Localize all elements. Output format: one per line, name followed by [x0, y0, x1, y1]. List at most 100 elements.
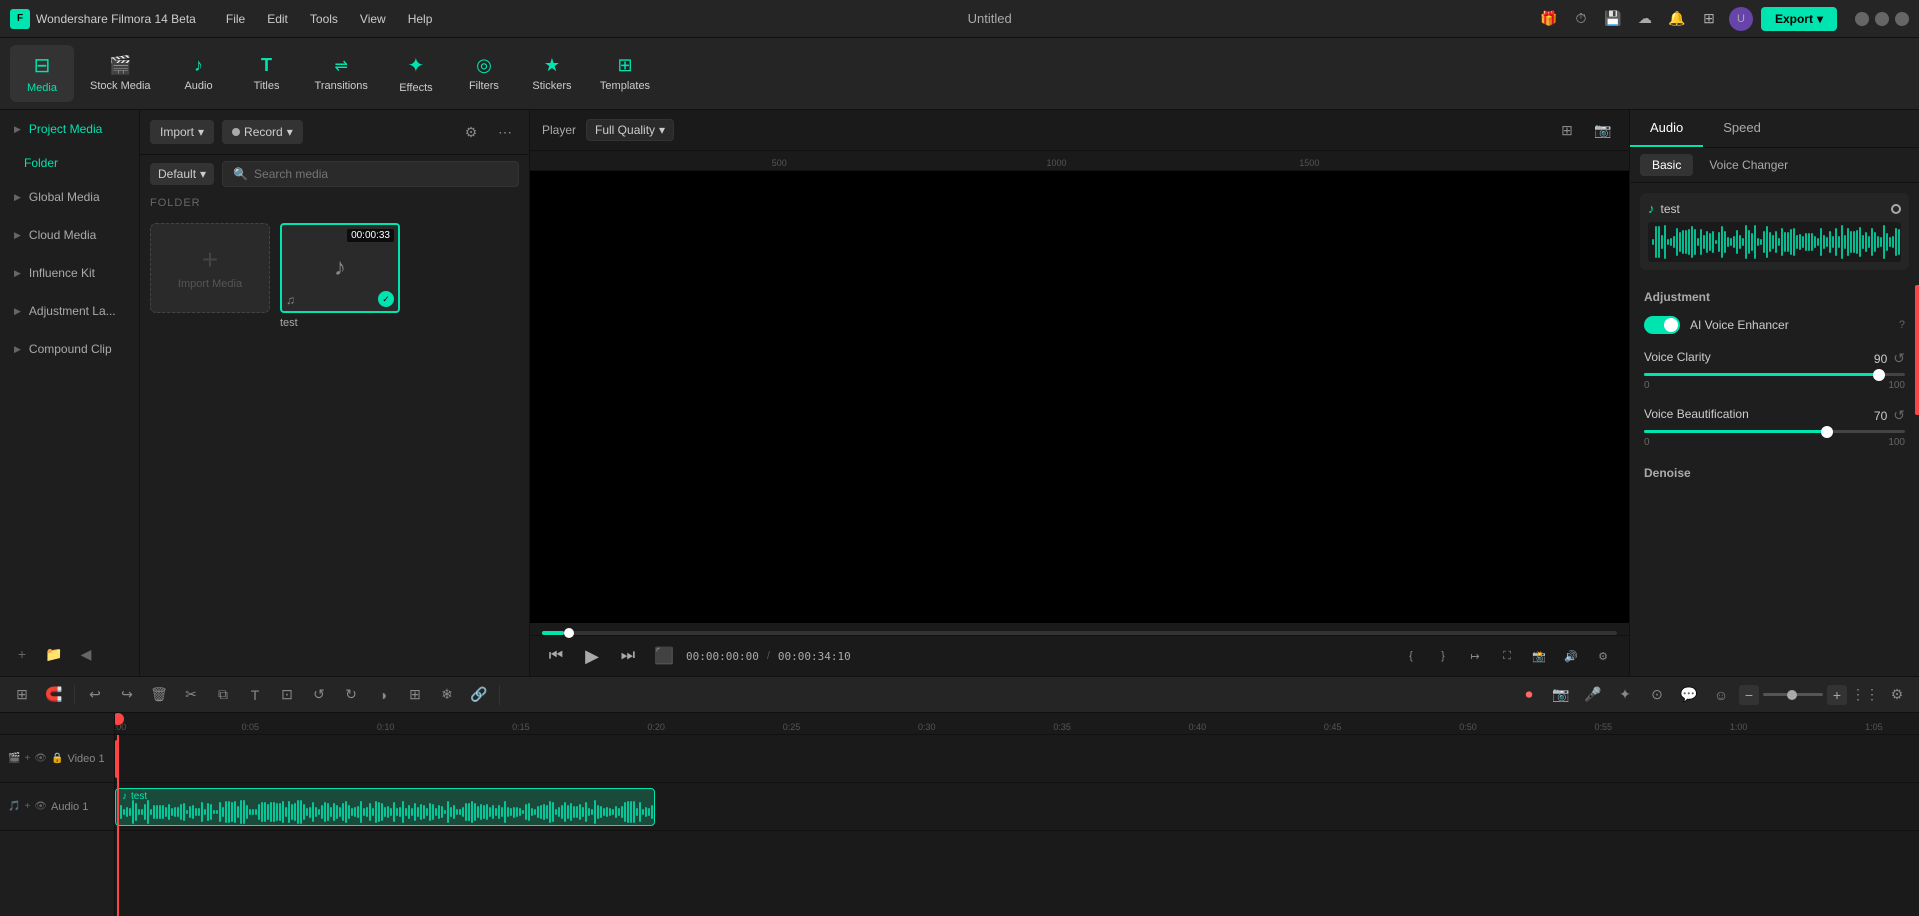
emoticon-btn[interactable]: ☺ [1707, 681, 1735, 709]
ai-btn[interactable]: ✦ [1611, 681, 1639, 709]
link-btn[interactable]: 🔗 [465, 681, 493, 709]
view-mode-select[interactable]: Default ▾ [150, 163, 214, 185]
add-collection-button[interactable]: + [8, 640, 36, 668]
subtitle-btn[interactable]: 💬 [1675, 681, 1703, 709]
redo-button[interactable]: ↪ [113, 681, 141, 709]
grid-icon[interactable]: ⊞ [1697, 7, 1721, 31]
ai-voice-help-icon[interactable]: ? [1899, 319, 1905, 331]
toolbar-item-transitions[interactable]: ⇌ Transitions [303, 48, 380, 100]
folder-add-button[interactable]: 📁 [40, 640, 68, 668]
timeline-magnet-btn[interactable]: 🧲 [40, 681, 68, 709]
history-icon[interactable]: ⏱ [1569, 7, 1593, 31]
skip-back-button[interactable]: ⏮ [542, 642, 570, 670]
snapshot-icon[interactable]: 📷 [1589, 116, 1617, 144]
sidebar-item-global-media[interactable]: ▶ Global Media [0, 178, 139, 216]
toolbar-item-templates[interactable]: ⊞ Templates [588, 47, 662, 100]
crop-button[interactable]: ⊡ [273, 681, 301, 709]
text-button[interactable]: T [241, 681, 269, 709]
voice-beautification-reset[interactable]: ↺ [1893, 407, 1905, 424]
mark-in-button[interactable]: { [1397, 642, 1425, 670]
progress-thumb[interactable] [564, 628, 574, 638]
screenshot-button[interactable]: 📸 [1525, 642, 1553, 670]
maximize-button[interactable]: □ [1875, 12, 1889, 26]
settings-button[interactable]: ⚙ [1589, 642, 1617, 670]
media-item-test[interactable]: ♪ 00:00:33 ♫ ✓ test [280, 223, 400, 666]
tab-speed[interactable]: Speed [1703, 110, 1781, 147]
voice-beautification-thumb[interactable] [1821, 426, 1833, 438]
toolbar-item-effects[interactable]: ✦ Effects [384, 45, 448, 102]
snapshot-timeline-btn[interactable]: 📷 [1547, 681, 1575, 709]
zoom-out-button[interactable]: − [1739, 685, 1759, 705]
toolbar-item-media[interactable]: ⊟ Media [10, 45, 74, 102]
voiceover-btn[interactable]: 🎤 [1579, 681, 1607, 709]
color-btn[interactable]: ◑ [369, 681, 397, 709]
freeze-btn[interactable]: ❄ [433, 681, 461, 709]
voice-clarity-slider[interactable] [1644, 373, 1905, 376]
grid-view-icon[interactable]: ⊞ [1553, 116, 1581, 144]
clip-marker-button[interactable]: ↦ [1461, 642, 1489, 670]
fullscreen-button[interactable]: ⛶ [1493, 642, 1521, 670]
cloud-icon[interactable]: ☁ [1633, 7, 1657, 31]
detach-btn[interactable]: ⊙ [1643, 681, 1671, 709]
playhead[interactable] [117, 735, 119, 916]
menu-tools[interactable]: Tools [300, 8, 348, 30]
record-timeline-btn[interactable]: ⏺ [1515, 681, 1543, 709]
split-button[interactable]: ⧉ [209, 681, 237, 709]
next-frame-button[interactable]: ⏭ [614, 642, 642, 670]
quality-select[interactable]: Full Quality ▾ [586, 119, 674, 141]
sidebar-item-cloud-media[interactable]: ▶ Cloud Media [0, 216, 139, 254]
rotate-right-btn[interactable]: ↻ [337, 681, 365, 709]
cut-button[interactable]: ✂ [177, 681, 205, 709]
menu-file[interactable]: File [216, 8, 255, 30]
search-input[interactable] [254, 167, 508, 181]
sidebar-folder[interactable]: Folder [0, 148, 139, 178]
filter-icon[interactable]: ⚙ [457, 118, 485, 146]
pip-btn[interactable]: ⊞ [401, 681, 429, 709]
menu-edit[interactable]: Edit [257, 8, 298, 30]
menu-help[interactable]: Help [398, 8, 443, 30]
close-button[interactable]: ✕ [1895, 12, 1909, 26]
toolbar-item-stock[interactable]: 🎬 Stock Media [78, 47, 163, 100]
voice-clarity-thumb[interactable] [1873, 369, 1885, 381]
play-button[interactable]: ▶ [578, 642, 606, 670]
collapse-button[interactable]: ◀ [72, 640, 100, 668]
toolbar-item-audio[interactable]: ♪ Audio [167, 47, 231, 100]
voice-clarity-reset[interactable]: ↺ [1893, 350, 1905, 367]
sidebar-item-compound-clip[interactable]: ▶ Compound Clip [0, 330, 139, 368]
minimize-button[interactable]: – [1855, 12, 1869, 26]
toolbar-item-filters[interactable]: ◎ Filters [452, 47, 516, 100]
gift-icon[interactable]: 🎁 [1537, 7, 1561, 31]
more-timeline-btn[interactable]: ⋮⋮ [1851, 681, 1879, 709]
rotate-left-btn[interactable]: ↺ [305, 681, 333, 709]
sidebar-item-project-media[interactable]: ▶ Project Media [0, 110, 139, 148]
toolbar-item-stickers[interactable]: ★ Stickers [520, 47, 584, 100]
zoom-slider[interactable] [1763, 693, 1823, 696]
export-button[interactable]: Export ▾ [1761, 7, 1837, 31]
tab-audio[interactable]: Audio [1630, 110, 1703, 147]
sidebar-item-influence-kit[interactable]: ▶ Influence Kit [0, 254, 139, 292]
volume-button[interactable]: 🔊 [1557, 642, 1585, 670]
toolbar-item-titles[interactable]: T Titles [235, 47, 299, 100]
import-media-button[interactable]: + Import Media [150, 223, 270, 313]
bell-icon[interactable]: 🔔 [1665, 7, 1689, 31]
ai-voice-enhancer-toggle[interactable] [1644, 316, 1680, 334]
timeline-layout-btn[interactable]: ⊞ [8, 681, 36, 709]
sidebar-item-adjustment[interactable]: ▶ Adjustment La... [0, 292, 139, 330]
undo-button[interactable]: ↩ [81, 681, 109, 709]
audio-clip-test[interactable]: ♪ test [115, 788, 655, 826]
save-icon[interactable]: 💾 [1601, 7, 1625, 31]
zoom-in-button[interactable]: + [1827, 685, 1847, 705]
record-button[interactable]: Record ▾ [222, 120, 303, 144]
subtab-basic[interactable]: Basic [1640, 154, 1693, 176]
timeline-settings-btn[interactable]: ⚙ [1883, 681, 1911, 709]
delete-button[interactable]: 🗑 [145, 681, 173, 709]
mark-out-button[interactable]: } [1429, 642, 1457, 670]
stop-button[interactable]: ⬛ [650, 642, 678, 670]
voice-beautification-slider[interactable] [1644, 430, 1905, 433]
menu-view[interactable]: View [350, 8, 396, 30]
more-options-icon[interactable]: ⋯ [491, 118, 519, 146]
avatar[interactable]: U [1729, 7, 1753, 31]
import-button[interactable]: Import ▾ [150, 120, 214, 144]
player-progress-bar[interactable] [542, 631, 1617, 635]
subtab-voice-changer[interactable]: Voice Changer [1697, 154, 1800, 176]
